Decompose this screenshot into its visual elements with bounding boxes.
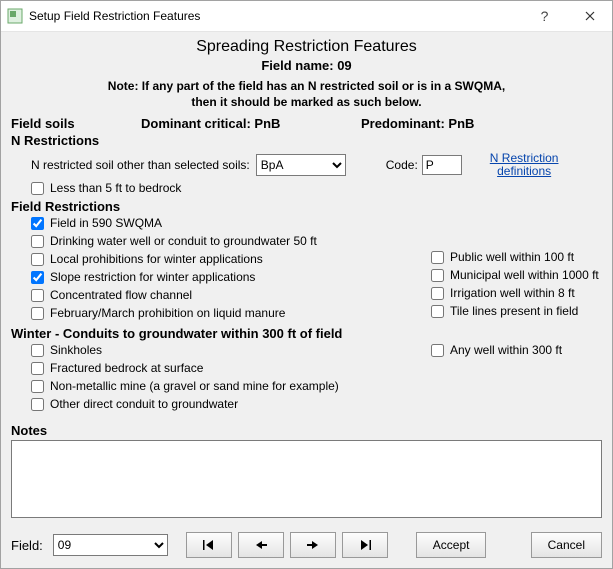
fr-checkbox[interactable] (431, 287, 444, 300)
note-line2: then it should be marked as such below. (191, 95, 421, 109)
fr-label: Public well within 100 ft (450, 249, 574, 266)
field-name-heading: Field name: 09 (11, 58, 602, 73)
footer: Field: 09 Accept Cancel (1, 526, 612, 568)
winter-group: Sinkholes Fractured bedrock at surface N… (11, 341, 602, 413)
winter-label: Non-metallic mine (a gravel or sand mine… (50, 378, 339, 395)
winter-checkbox[interactable] (31, 362, 44, 375)
fr-label: Local prohibitions for winter applicatio… (50, 251, 263, 268)
fr-label: Irrigation well within 8 ft (450, 285, 575, 302)
predominant: Predominant: PnB (361, 116, 474, 131)
prev-button[interactable] (238, 532, 284, 558)
winter-row: Other direct conduit to groundwater (31, 396, 431, 413)
close-icon (585, 11, 595, 21)
fr-row: Municipal well within 1000 ft (431, 267, 602, 284)
titlebar: Setup Field Restriction Features ? (1, 1, 612, 32)
accept-button[interactable]: Accept (416, 532, 487, 558)
fr-row: Public well within 100 ft (431, 249, 602, 266)
fr-row: Concentrated flow channel (31, 287, 431, 304)
nav-button-group (186, 532, 388, 558)
field-restrictions-header: Field Restrictions (11, 199, 602, 214)
help-button[interactable]: ? (522, 1, 567, 31)
winter-label: Other direct conduit to groundwater (50, 396, 238, 413)
arrow-right-icon (305, 539, 321, 551)
footer-field-select[interactable]: 09 (53, 534, 168, 556)
fr-checkbox[interactable] (431, 251, 444, 264)
notes-header: Notes (11, 423, 602, 438)
content-area: Spreading Restriction Features Field nam… (1, 32, 612, 526)
winter-checkbox[interactable] (31, 344, 44, 357)
code-input[interactable] (422, 155, 462, 175)
winter-row: Non-metallic mine (a gravel or sand mine… (31, 378, 431, 395)
note-text: Note: If any part of the field has an N … (11, 79, 602, 110)
less-5ft-row: Less than 5 ft to bedrock (31, 180, 602, 197)
fr-checkbox[interactable] (31, 253, 44, 266)
fr-checkbox[interactable] (31, 289, 44, 302)
n-soil-label: N restricted soil other than selected so… (31, 158, 250, 172)
note-line1: Note: If any part of the field has an N … (108, 79, 505, 93)
winter-checkbox[interactable] (431, 344, 444, 357)
soils-row: Field soils Dominant critical: PnB Predo… (11, 116, 602, 131)
last-button[interactable] (342, 532, 388, 558)
fr-checkbox[interactable] (31, 307, 44, 320)
winter-label: Any well within 300 ft (450, 342, 562, 359)
n-restriction-definitions-link[interactable]: N Restriction definitions (490, 152, 559, 178)
fr-row: Tile lines present in field (431, 303, 602, 320)
fr-row: Slope restriction for winter application… (31, 269, 431, 286)
app-icon (7, 8, 23, 24)
less-5ft-label: Less than 5 ft to bedrock (50, 180, 181, 197)
less-5ft-checkbox[interactable] (31, 182, 44, 195)
fr-row: Field in 590 SWQMA (31, 215, 431, 232)
fr-row: Local prohibitions for winter applicatio… (31, 251, 431, 268)
winter-checkbox[interactable] (31, 398, 44, 411)
fr-label: Drinking water well or conduit to ground… (50, 233, 317, 250)
winter-row: Fractured bedrock at surface (31, 360, 431, 377)
fr-label: Municipal well within 1000 ft (450, 267, 599, 284)
window-title: Setup Field Restriction Features (29, 9, 522, 23)
fr-row: Drinking water well or conduit to ground… (31, 233, 431, 250)
winter-header: Winter - Conduits to groundwater within … (11, 326, 602, 341)
next-button[interactable] (290, 532, 336, 558)
n-restrictions-header: N Restrictions (11, 133, 602, 148)
fr-checkbox[interactable] (31, 235, 44, 248)
fr-label: Tile lines present in field (450, 303, 578, 320)
notes-textarea[interactable] (11, 440, 602, 518)
last-icon (357, 539, 373, 551)
arrow-left-icon (253, 539, 269, 551)
first-button[interactable] (186, 532, 232, 558)
winter-row: Any well within 300 ft (431, 342, 602, 359)
fr-label: Field in 590 SWQMA (50, 215, 162, 232)
close-button[interactable] (567, 1, 612, 31)
fr-label: Concentrated flow channel (50, 287, 192, 304)
fr-label: Slope restriction for winter application… (50, 269, 255, 286)
main-heading: Spreading Restriction Features (11, 38, 602, 56)
winter-label: Sinkholes (50, 342, 102, 359)
field-name-label: Field name: (261, 58, 333, 73)
fr-row: February/March prohibition on liquid man… (31, 305, 431, 322)
fr-checkbox[interactable] (431, 305, 444, 318)
footer-field-label: Field: (11, 538, 43, 553)
cancel-button[interactable]: Cancel (531, 532, 602, 558)
n-soil-select[interactable]: BpA (256, 154, 346, 176)
fr-checkbox[interactable] (431, 269, 444, 282)
code-label: Code: (386, 158, 418, 172)
field-soils-label: Field soils (11, 116, 141, 131)
fr-label: February/March prohibition on liquid man… (50, 305, 285, 322)
n-restricted-soil-row: N restricted soil other than selected so… (11, 152, 602, 178)
winter-label: Fractured bedrock at surface (50, 360, 203, 377)
dominant-critical: Dominant critical: PnB (141, 116, 361, 131)
first-icon (201, 539, 217, 551)
fr-checkbox[interactable] (31, 271, 44, 284)
winter-row: Sinkholes (31, 342, 431, 359)
field-name-value: 09 (337, 58, 351, 73)
fr-checkbox[interactable] (31, 217, 44, 230)
dialog-window: Setup Field Restriction Features ? Sprea… (0, 0, 613, 569)
fr-row: Irrigation well within 8 ft (431, 285, 602, 302)
winter-checkbox[interactable] (31, 380, 44, 393)
field-restrictions-group: Field in 590 SWQMA Drinking water well o… (11, 214, 602, 322)
